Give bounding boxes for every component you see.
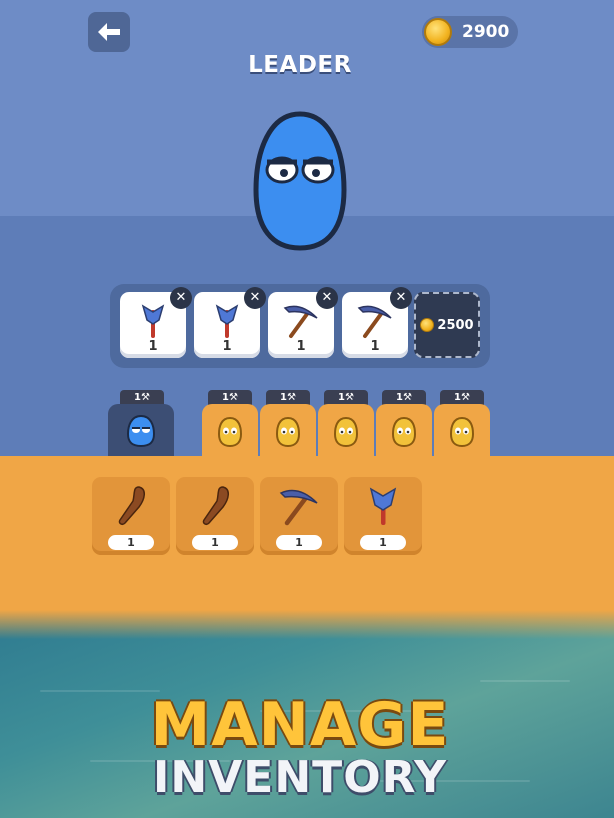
back-button[interactable]	[88, 12, 130, 52]
inventory-item[interactable]: 1	[260, 477, 338, 555]
page-title: LEADER	[248, 52, 352, 78]
remove-item-button[interactable]: ✕	[170, 287, 192, 309]
yellow-blob-icon	[449, 416, 475, 448]
pickaxe-icon	[357, 305, 392, 338]
tab-leader[interactable]	[108, 404, 174, 456]
pickaxe-icon	[283, 305, 318, 338]
tab-character[interactable]	[202, 404, 258, 456]
axe-icon	[369, 487, 397, 525]
remove-item-button[interactable]: ✕	[244, 287, 266, 309]
inventory-item[interactable]: 1	[92, 477, 170, 555]
pickaxe-icon	[279, 489, 318, 526]
inventory-item[interactable]: 1	[176, 477, 254, 555]
inventory-item[interactable]: 1	[344, 477, 422, 555]
club-icon	[202, 486, 229, 525]
yellow-blob-icon	[275, 416, 301, 448]
coin-icon	[420, 318, 435, 332]
axe-icon	[215, 304, 239, 338]
coin-amount: 2900	[462, 22, 510, 42]
remove-item-button[interactable]: ✕	[390, 287, 412, 309]
leader-character[interactable]	[250, 110, 350, 255]
tab-character[interactable]	[318, 404, 374, 456]
remove-item-button[interactable]: ✕	[316, 287, 338, 309]
blue-blob-icon	[126, 414, 156, 448]
tab-character[interactable]	[434, 404, 490, 456]
yellow-blob-icon	[391, 416, 417, 448]
buy-slot-price: 2500	[437, 317, 474, 333]
yellow-blob-icon	[333, 416, 359, 448]
buy-slot-button[interactable]: 2500	[414, 292, 480, 358]
tab-character[interactable]	[376, 404, 432, 456]
coin-icon	[424, 18, 452, 46]
banner-title: MANAGE	[150, 690, 450, 760]
yellow-blob-icon	[217, 416, 243, 448]
tab-character[interactable]	[260, 404, 316, 456]
club-icon	[118, 486, 145, 525]
banner-subtitle: INVENTORY	[153, 752, 447, 803]
arrow-left-icon	[98, 23, 120, 41]
axe-icon	[141, 304, 165, 338]
